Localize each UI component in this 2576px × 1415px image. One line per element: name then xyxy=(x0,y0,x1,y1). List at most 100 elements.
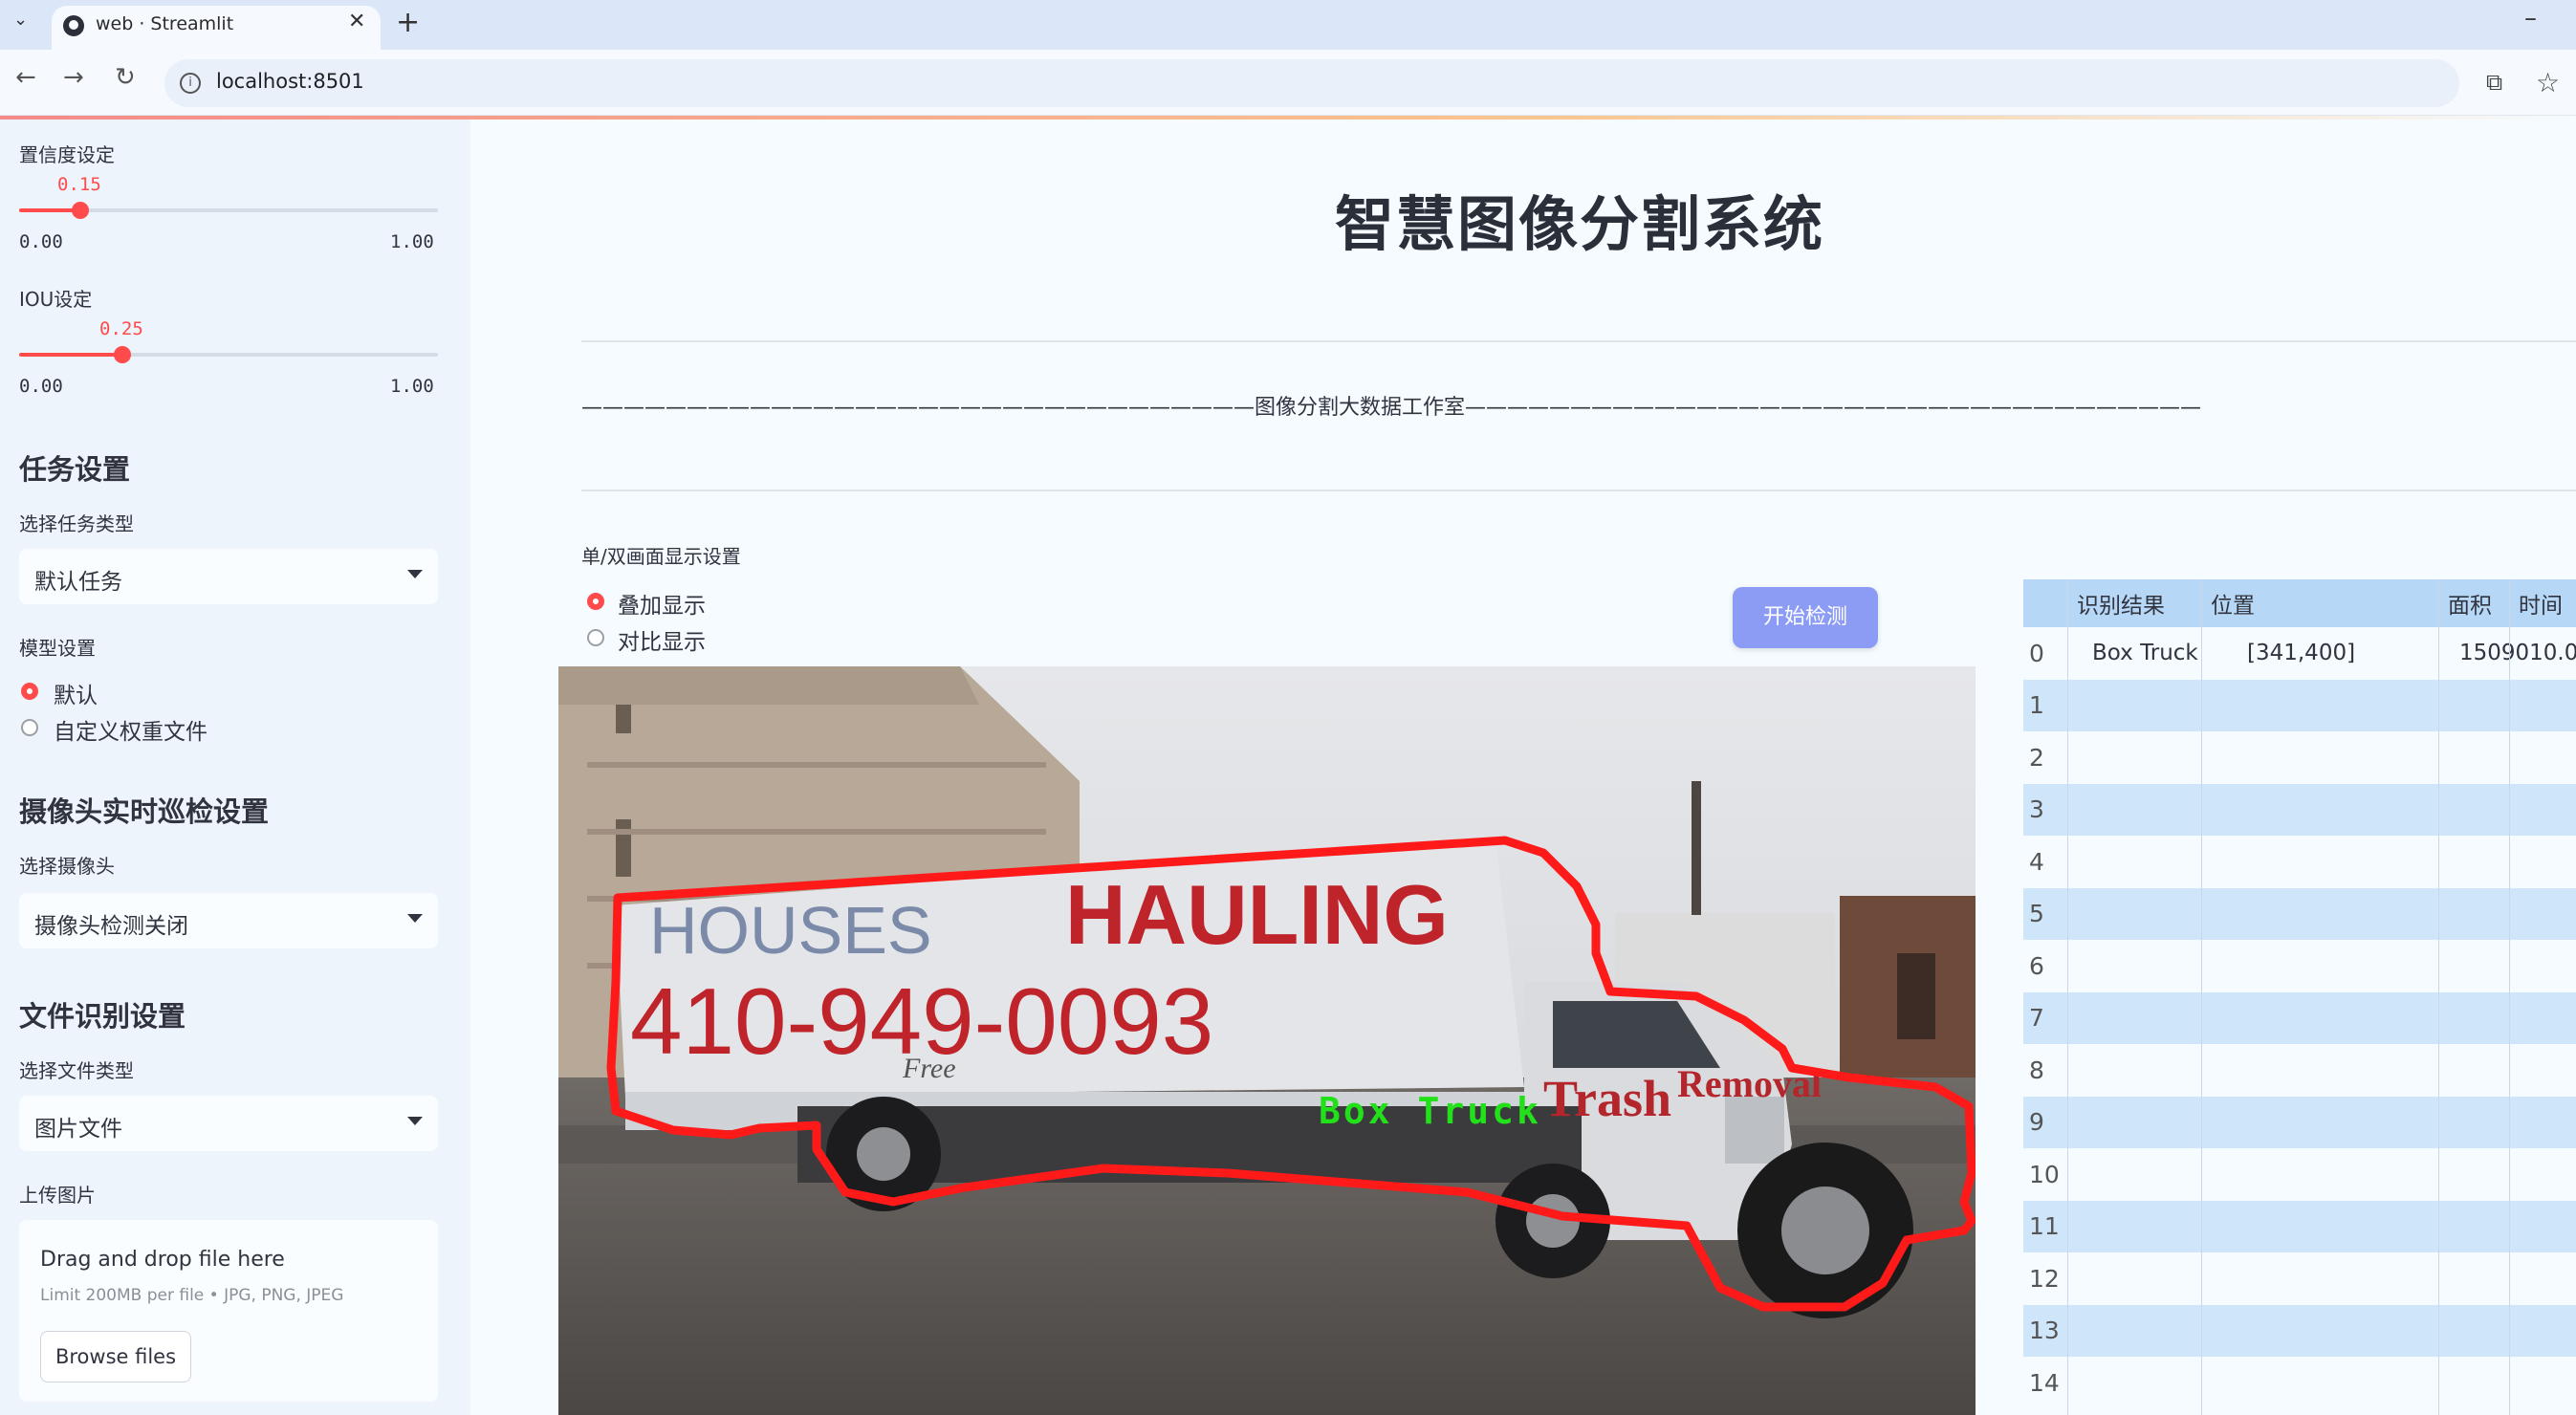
overlay-display-label[interactable]: 叠加显示 xyxy=(618,587,706,620)
table-row[interactable]: 6 xyxy=(2023,940,2576,992)
model-settings-label: 模型设置 xyxy=(19,637,96,660)
table-row[interactable]: 5 xyxy=(2023,887,2576,940)
truck-text-hauling: HAULING xyxy=(1065,867,1449,962)
table-row[interactable]: 9 xyxy=(2023,1096,2576,1148)
browse-files-button[interactable]: Browse files xyxy=(40,1331,191,1382)
dropzone-text: Drag and drop file here xyxy=(40,1248,285,1272)
tab-search-chevron-icon[interactable]: ⌄ xyxy=(13,10,28,30)
table-row[interactable]: 14 xyxy=(2023,1357,2576,1409)
truck-text-trash: Trash xyxy=(1543,1070,1671,1127)
table-row[interactable]: 3 xyxy=(2023,783,2576,836)
cell-position: [341,400] xyxy=(2247,641,2356,666)
results-table[interactable]: 识别结果 位置 面积 时间 0 Box Truck [341,400] 1509010… xyxy=(2023,579,2576,1415)
url-text[interactable]: localhost:8501 xyxy=(216,70,364,93)
chevron-down-icon xyxy=(407,570,423,578)
row-index: 4 xyxy=(2029,847,2044,876)
table-row[interactable]: 8 xyxy=(2023,1044,2576,1097)
row-index: 5 xyxy=(2029,900,2044,928)
page-title: 智慧图像分割系统 xyxy=(1335,189,1825,259)
row-index: 0 xyxy=(2029,639,2044,667)
confidence-slider-label: 置信度设定 xyxy=(19,143,115,166)
table-row[interactable]: 4 xyxy=(2023,836,2576,888)
tab-title: web · Streamlit xyxy=(96,13,234,34)
cell-area: 1509010.03 xyxy=(2459,641,2576,666)
reload-icon[interactable]: ↻ xyxy=(115,63,136,92)
url-field[interactable] xyxy=(164,59,2459,107)
task-type-selected: 默认任务 xyxy=(34,570,122,595)
iou-slider-fill xyxy=(19,353,124,357)
model-custom-radio[interactable] xyxy=(21,719,38,736)
camera-selected: 摄像头检测关闭 xyxy=(34,914,188,939)
cell-result: Box Truck xyxy=(2092,641,2198,666)
camera-select-label: 选择摄像头 xyxy=(19,855,115,878)
camera-settings-heading: 摄像头实时巡检设置 xyxy=(19,795,270,828)
row-index: 13 xyxy=(2029,1317,2060,1345)
table-row[interactable]: 1 xyxy=(2023,679,2576,731)
table-header-row: 识别结果 位置 面积 时间 xyxy=(2023,579,2576,627)
confidence-slider-thumb[interactable] xyxy=(72,202,89,219)
row-index: 6 xyxy=(2029,951,2044,980)
model-default-label[interactable]: 默认 xyxy=(54,677,98,709)
row-index: 2 xyxy=(2029,743,2044,772)
task-settings-heading: 任务设置 xyxy=(19,453,131,486)
confidence-slider-value: 0.15 xyxy=(57,174,101,195)
compare-display-label[interactable]: 对比显示 xyxy=(618,623,706,656)
site-info-icon[interactable]: i xyxy=(180,73,201,94)
divider xyxy=(581,490,2576,491)
file-type-select[interactable]: 图片文件 xyxy=(19,1096,438,1151)
tab-close-icon[interactable]: ✕ xyxy=(348,10,365,33)
row-index: 14 xyxy=(2029,1368,2060,1397)
truck-text-houses: HOUSES xyxy=(649,893,932,968)
window-minimize-icon[interactable]: – xyxy=(2524,4,2537,33)
row-index: 3 xyxy=(2029,795,2044,824)
truck-text-free: Free xyxy=(902,1053,956,1084)
translate-icon[interactable]: ⧉ xyxy=(2486,69,2502,96)
file-type-selected: 图片文件 xyxy=(34,1117,122,1142)
table-row[interactable]: 11 xyxy=(2023,1200,2576,1252)
iou-slider-value: 0.25 xyxy=(99,318,143,339)
column-header-result[interactable]: 识别结果 xyxy=(2077,579,2165,627)
iou-slider-thumb[interactable] xyxy=(114,346,131,363)
model-default-radio[interactable] xyxy=(21,683,38,700)
chevron-down-icon xyxy=(407,914,423,923)
overlay-display-radio[interactable] xyxy=(587,593,604,610)
row-index: 10 xyxy=(2029,1160,2060,1188)
dropzone-limit: Limit 200MB per file • JPG, PNG, JPEG xyxy=(40,1286,344,1305)
table-row[interactable]: 7 xyxy=(2023,991,2576,1044)
divider xyxy=(581,340,2576,342)
task-type-label: 选择任务类型 xyxy=(19,512,134,535)
table-row[interactable]: 10 xyxy=(2023,1148,2576,1201)
row-index: 8 xyxy=(2029,1056,2044,1084)
column-header-area[interactable]: 面积 xyxy=(2448,579,2492,627)
file-type-label: 选择文件类型 xyxy=(19,1059,134,1082)
start-detection-button[interactable]: 开始检测 xyxy=(1733,587,1878,648)
model-custom-label[interactable]: 自定义权重文件 xyxy=(54,713,207,746)
row-index: 1 xyxy=(2029,691,2044,720)
file-settings-heading: 文件识别设置 xyxy=(19,1000,186,1033)
forward-arrow-icon[interactable]: → xyxy=(63,63,84,92)
display-mode-label: 单/双画面显示设置 xyxy=(581,545,741,568)
camera-select[interactable]: 摄像头检测关闭 xyxy=(19,893,438,948)
table-row[interactable]: 12 xyxy=(2023,1252,2576,1305)
confidence-slider-min: 0.00 xyxy=(19,231,63,252)
table-row[interactable]: 2 xyxy=(2023,731,2576,784)
confidence-slider-max: 1.00 xyxy=(390,231,434,252)
column-header-time[interactable]: 时间 xyxy=(2519,579,2563,627)
streamlit-favicon-icon xyxy=(63,15,84,36)
new-tab-plus-icon[interactable]: + xyxy=(396,6,420,39)
upload-label: 上传图片 xyxy=(19,1184,96,1207)
detection-label-text: Box Truck xyxy=(1319,1090,1541,1132)
back-arrow-icon[interactable]: ← xyxy=(15,63,36,92)
table-row[interactable]: 13 xyxy=(2023,1304,2576,1357)
row-index: 11 xyxy=(2029,1212,2060,1241)
task-type-select[interactable]: 默认任务 xyxy=(19,549,438,604)
iou-slider-min: 0.00 xyxy=(19,376,63,397)
table-row[interactable]: 0 Box Truck [341,400] 1509010.03 xyxy=(2023,627,2576,680)
detection-result-image: HOUSES HAULING 410-949-0093 Free Trash R… xyxy=(558,666,1976,1415)
compare-display-radio[interactable] xyxy=(587,629,604,646)
chevron-down-icon xyxy=(407,1117,423,1125)
row-index: 9 xyxy=(2029,1108,2044,1137)
column-header-position[interactable]: 位置 xyxy=(2211,579,2255,627)
bookmark-star-icon[interactable]: ☆ xyxy=(2536,67,2560,98)
row-index: 12 xyxy=(2029,1264,2060,1293)
